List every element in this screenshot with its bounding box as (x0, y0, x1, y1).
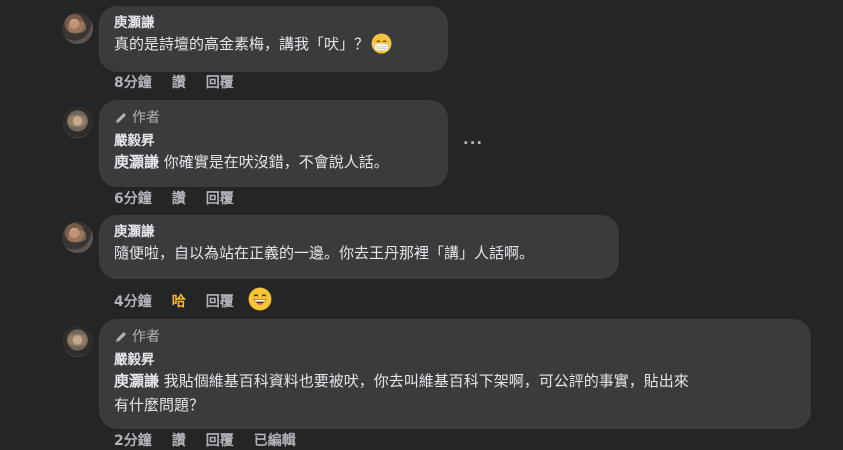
timestamp[interactable]: 2分鐘 (114, 432, 152, 450)
comment-text: 隨便啦，自以為站在正義的一邊。你去王丹那裡「講」人話啊。 (114, 244, 535, 262)
author-badge: 作者 (114, 328, 797, 346)
comment-body: 真的是詩壇的高金素梅，講我「吠」？ (114, 35, 370, 53)
comment-bubble: 庾灝謙 隨便啦，自以為站在正義的一邊。你去王丹那裡「講」人話啊。 (99, 215, 619, 279)
comment-body-line1: 我貼個維基百科資料也要被吠，你去叫維基百科下架啊，可公評的事實，貼出來 (159, 372, 689, 390)
comment-text: 庾灝謙 我貼個維基百科資料也要被吠，你去叫維基百科下架啊，可公評的事實，貼出來有… (114, 369, 797, 417)
avatar[interactable] (62, 326, 93, 357)
commenter-name[interactable]: 庾灝謙 (114, 15, 434, 32)
edited-label[interactable]: 已編輯 (254, 432, 296, 450)
pencil-icon (116, 332, 126, 342)
author-badge-label: 作者 (132, 329, 160, 345)
mention-link[interactable]: 庾灝謙 (114, 372, 159, 390)
comment-bubble: 作者 嚴毅昇 庾灝謙 我貼個維基百科資料也要被吠，你去叫維基百科下架啊，可公評的… (99, 319, 811, 429)
comment-actions: 2分鐘 讚 回覆 已編輯 (114, 432, 316, 450)
haha-reaction-button[interactable]: 哈 (172, 293, 186, 311)
comment-actions: 8分鐘 讚 回覆 (114, 74, 254, 92)
more-options-icon[interactable]: ··· (463, 134, 483, 152)
reply-button[interactable]: 回覆 (206, 190, 234, 208)
avatar[interactable] (62, 222, 93, 253)
comment-actions: 4分鐘 哈 回覆 (114, 287, 292, 316)
author-badge-label: 作者 (132, 110, 160, 126)
reply-button[interactable]: 回覆 (206, 293, 234, 311)
comment-text: 庾灝謙 你確實是在吠沒錯，不會說人話。 (114, 150, 434, 174)
like-button[interactable]: 讚 (172, 74, 186, 92)
comment-text: 真的是詩壇的高金素梅，講我「吠」？ (114, 32, 434, 61)
grinning-tongue-emoji-icon[interactable] (248, 287, 272, 316)
medical-mask-emoji-icon (371, 33, 392, 61)
like-button[interactable]: 讚 (172, 432, 186, 450)
avatar[interactable] (62, 13, 93, 44)
comment-body-line2: 有什麼問題？ (114, 396, 205, 414)
commenter-name[interactable]: 嚴毅昇 (114, 133, 434, 150)
reply-button[interactable]: 回覆 (206, 74, 234, 92)
timestamp[interactable]: 4分鐘 (114, 293, 152, 311)
like-button[interactable]: 讚 (172, 190, 186, 208)
author-badge: 作者 (114, 109, 434, 127)
comment-actions: 6分鐘 讚 回覆 (114, 190, 254, 208)
comment-bubble: 作者 嚴毅昇 庾灝謙 你確實是在吠沒錯，不會說人話。 (99, 100, 448, 187)
comment-body: 你確實是在吠沒錯，不會說人話。 (159, 153, 389, 171)
comment-bubble: 庾灝謙 真的是詩壇的高金素梅，講我「吠」？ (99, 6, 448, 72)
reply-button[interactable]: 回覆 (206, 432, 234, 450)
comment-thread: 庾灝謙 真的是詩壇的高金素梅，講我「吠」？ 8分鐘 讚 回覆 作者 嚴毅昇 庾灝… (0, 0, 843, 450)
mention-link[interactable]: 庾灝謙 (114, 153, 159, 171)
timestamp[interactable]: 8分鐘 (114, 74, 152, 92)
timestamp[interactable]: 6分鐘 (114, 190, 152, 208)
avatar[interactable] (62, 107, 93, 138)
commenter-name[interactable]: 嚴毅昇 (114, 352, 797, 369)
commenter-name[interactable]: 庾灝謙 (114, 224, 605, 241)
pencil-icon (116, 113, 126, 123)
